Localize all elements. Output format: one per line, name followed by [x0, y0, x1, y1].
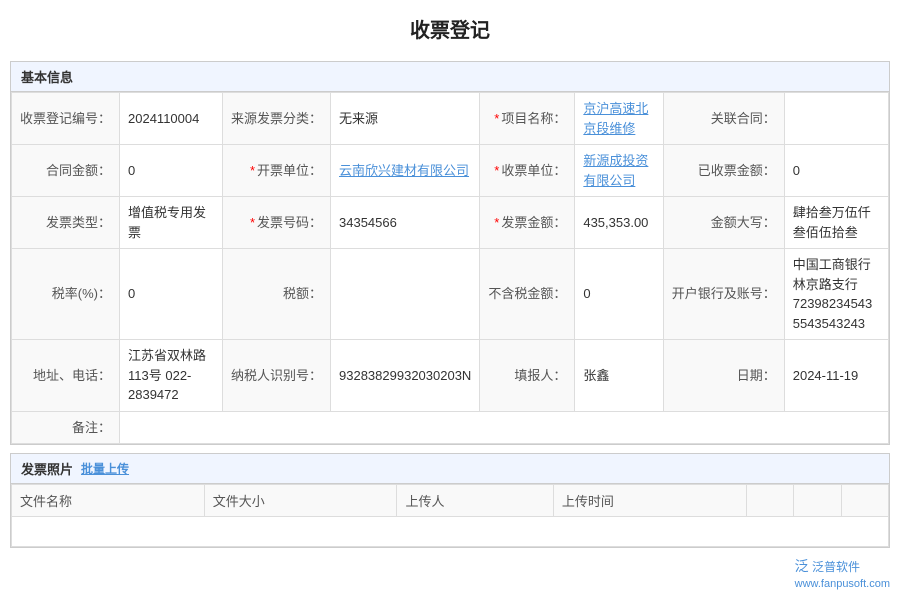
col-upload-time: 上传时间	[553, 485, 746, 517]
table-row: 发票类型： 增值税专用发票 *发票号码： 34354566 *发票金额： 435…	[12, 197, 889, 249]
col-action2	[794, 485, 841, 517]
photo-section-title: 发票照片	[21, 459, 73, 478]
received-amount-label: 已收票金额：	[663, 145, 784, 197]
taxpayer-id-value: 93283829932030203N	[331, 340, 480, 412]
col-action3	[841, 485, 889, 517]
watermark: 泛 泛普软件 www.fanpusoft.com	[795, 556, 890, 590]
tax-amount-label: 税额：	[223, 249, 331, 340]
photo-section-header: 发票照片 批量上传	[11, 454, 889, 484]
photo-section: 发票照片 批量上传 文件名称 文件大小 上传人 上传时间	[10, 453, 890, 548]
tax-rate-value: 0	[120, 249, 223, 340]
related-contract-value	[784, 93, 888, 145]
source-type-value: 无来源	[331, 93, 480, 145]
date-label: 日期：	[663, 340, 784, 412]
basic-info-table: 收票登记编号： 2024110004 来源发票分类： 无来源 *项目名称： 京沪…	[11, 92, 889, 444]
no-tax-amount-value: 0	[575, 249, 663, 340]
project-name-label: *项目名称：	[480, 93, 575, 145]
related-contract-label: 关联合同：	[663, 93, 784, 145]
receiver-value: 新源成投资有限公司	[575, 145, 663, 197]
table-row: 收票登记编号： 2024110004 来源发票分类： 无来源 *项目名称： 京沪…	[12, 93, 889, 145]
col-action1	[746, 485, 793, 517]
issuer-label: *开票单位：	[223, 145, 331, 197]
source-type-label: 来源发票分类：	[223, 93, 331, 145]
col-uploader: 上传人	[397, 485, 553, 517]
table-row: 合同金额： 0 *开票单位： 云南欣兴建材有限公司 *收票单位： 新源成投资有限…	[12, 145, 889, 197]
page-title: 收票登记	[0, 0, 900, 53]
taxpayer-id-label: 纳税人识别号：	[223, 340, 331, 412]
tax-amount-value	[331, 249, 480, 340]
amount-capital-value: 肆拾叁万伍仟叁佰伍拾叁	[784, 197, 888, 249]
invoice-amount-value: 435,353.00	[575, 197, 663, 249]
register-no-value: 2024110004	[120, 93, 223, 145]
col-filesize: 文件大小	[204, 485, 397, 517]
amount-capital-label: 金额大写：	[663, 197, 784, 249]
issuer-link[interactable]: 云南欣兴建材有限公司	[339, 163, 469, 178]
batch-upload-button[interactable]: 批量上传	[81, 460, 129, 477]
basic-info-header: 基本信息	[11, 62, 889, 92]
table-row: 税率(%)： 0 税额： 不含税金额： 0 开户银行及账号： 中国工商银行林京路…	[12, 249, 889, 340]
receiver-label: *收票单位：	[480, 145, 575, 197]
invoice-amount-label: *发票金额：	[480, 197, 575, 249]
col-filename: 文件名称	[12, 485, 205, 517]
project-name-link[interactable]: 京沪高速北京段维修	[583, 101, 648, 136]
register-no-label: 收票登记编号：	[12, 93, 120, 145]
invoice-type-label: 发票类型：	[12, 197, 120, 249]
invoice-type-value: 增值税专用发票	[120, 197, 223, 249]
issuer-value: 云南欣兴建材有限公司	[331, 145, 480, 197]
contract-amount-value: 0	[120, 145, 223, 197]
watermark-url: www.fanpusoft.com	[795, 578, 890, 590]
remark-label: 备注：	[12, 411, 120, 444]
project-name-value: 京沪高速北京段维修	[575, 93, 663, 145]
submitter-value: 张鑫	[575, 340, 663, 412]
date-value: 2024-11-19	[784, 340, 888, 412]
submitter-label: 填报人：	[480, 340, 575, 412]
invoice-no-value: 34354566	[331, 197, 480, 249]
address-value: 江苏省双林路113号 022-2839472	[120, 340, 223, 412]
file-table-empty-row	[12, 517, 889, 547]
watermark-brand: 泛普软件	[812, 560, 860, 574]
received-amount-value: 0	[784, 145, 888, 197]
invoice-no-label: *发票号码：	[223, 197, 331, 249]
file-table-header-row: 文件名称 文件大小 上传人 上传时间	[12, 485, 889, 517]
address-label: 地址、电话：	[12, 340, 120, 412]
basic-info-section: 基本信息 收票登记编号： 2024110004 来源发票分类： 无来源 *项目名…	[10, 61, 890, 445]
bank-value: 中国工商银行林京路支行 72398234543 5543543243	[784, 249, 888, 340]
file-table: 文件名称 文件大小 上传人 上传时间	[11, 484, 889, 547]
no-tax-amount-label: 不含税金额：	[480, 249, 575, 340]
contract-amount-label: 合同金额：	[12, 145, 120, 197]
bank-label: 开户银行及账号：	[663, 249, 784, 340]
table-row: 备注：	[12, 411, 889, 444]
remark-value	[120, 411, 889, 444]
watermark-icon: 泛	[795, 558, 809, 574]
receiver-link[interactable]: 新源成投资有限公司	[583, 153, 648, 188]
table-row: 地址、电话： 江苏省双林路113号 022-2839472 纳税人识别号： 93…	[12, 340, 889, 412]
tax-rate-label: 税率(%)：	[12, 249, 120, 340]
